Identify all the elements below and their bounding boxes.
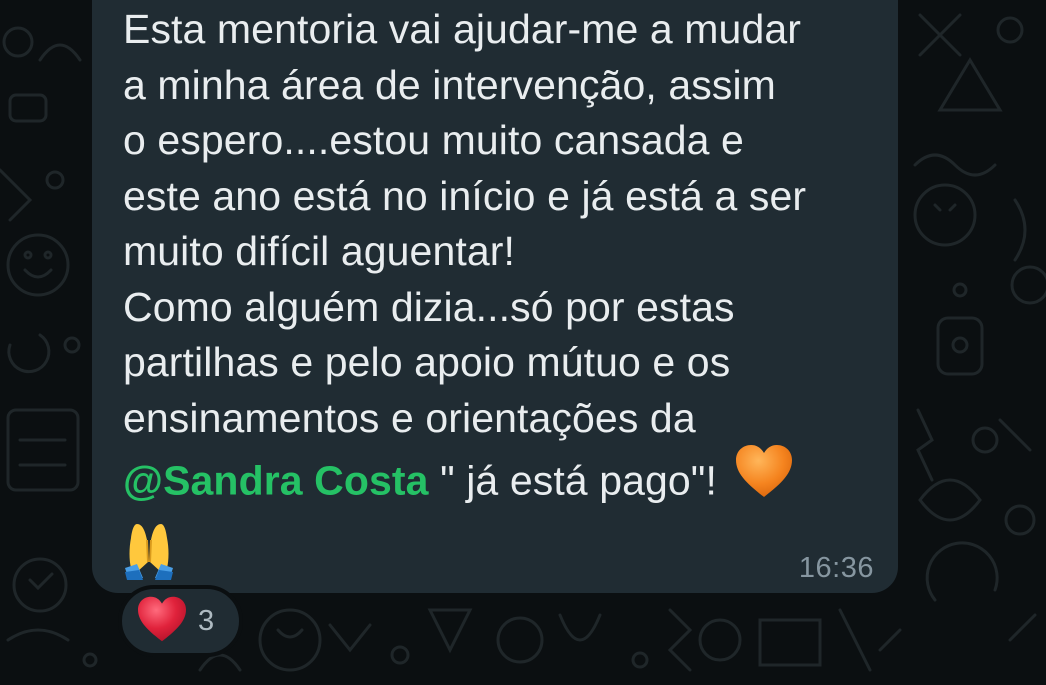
message-bubble[interactable]: Esta mentoria vai ajudar-me a mudar a mi…	[92, 0, 898, 593]
message-line: partilhas e pelo apoio mútuo e os	[123, 339, 731, 385]
message-line: este ano está no início e já está a ser	[123, 172, 807, 219]
message-line: Esta mentoria vai ajudar-me a mudar	[123, 6, 802, 52]
message-line: a minha área de intervenção, assim	[123, 61, 776, 108]
folded-hands-icon	[123, 520, 175, 595]
message-timestamp: 16:36	[798, 552, 874, 584]
reaction-count: 3	[198, 604, 215, 637]
message-line-emoji	[123, 512, 868, 600]
mention-link[interactable]: @Sandra Costa	[123, 457, 429, 503]
reaction-badge[interactable]: 3	[118, 585, 243, 657]
red-heart-icon	[136, 595, 188, 648]
message-line: muito difícil aguentar!	[123, 228, 515, 274]
message-line-mention: @Sandra Costa " já está pago"!	[123, 445, 868, 512]
chat-background: Esta mentoria vai ajudar-me a mudar a mi…	[0, 0, 1046, 685]
orange-heart-icon	[734, 443, 794, 518]
message-line-tail: " já está pago"!	[428, 457, 729, 504]
message-text: Esta mentoria vai ajudar-me a mudar a mi…	[123, 2, 868, 600]
message-line: Como alguém dizia...só por estas	[123, 283, 735, 330]
message-line: o espero....estou muito cansada e	[123, 117, 744, 163]
message-line: ensinamentos e orientações da	[123, 394, 696, 441]
